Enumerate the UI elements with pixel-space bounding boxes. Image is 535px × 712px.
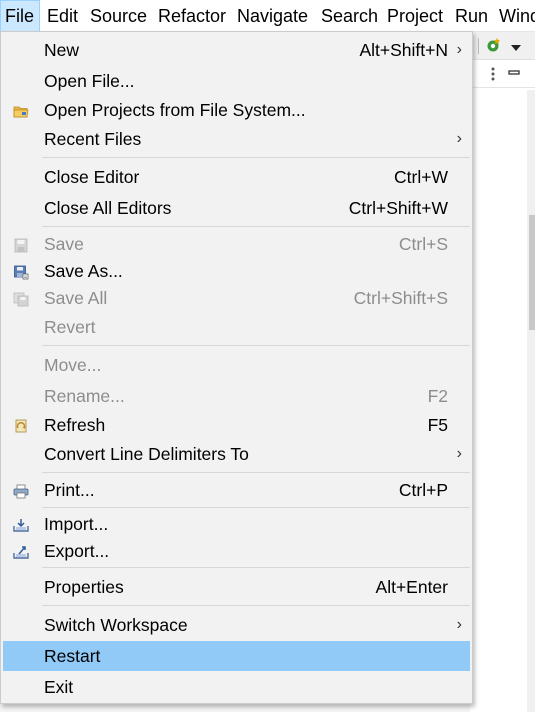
minimize-icon[interactable] [508,66,520,84]
menu-item-label: Properties [44,577,124,597]
menu-item-label: Convert Line Delimiters To [44,444,249,464]
menu-item-label: Export... [44,541,110,561]
menu-item-revert: Revert [3,313,470,342]
menu-item-label: Open File... [44,71,135,91]
menu-item-label: Import... [44,514,109,534]
save-all-icon [13,291,29,307]
menu-item-close-all-editors[interactable]: Close All Editors Ctrl+Shift+W [3,194,470,223]
menu-item-label: Save All [44,288,108,308]
submenu-arrow-icon: › [456,616,462,633]
menu-item-open-file[interactable]: Open File... [3,67,470,96]
toolbar-divider [478,38,479,54]
menu-separator [42,507,470,508]
menu-item-shortcut: Ctrl+Shift+W [348,198,448,218]
menu-project[interactable]: Project [383,0,447,31]
menu-item-shortcut: Ctrl+P [398,480,448,500]
menu-item-shortcut: Ctrl+S [398,234,448,254]
submenu-arrow-icon: › [456,130,462,147]
menu-item-label: Recent Files [44,129,142,149]
menu-search[interactable]: Search [317,0,382,31]
menu-refactor[interactable]: Refactor [154,0,230,31]
menu-item-label: Refresh [44,415,106,435]
editor-area[interactable] [470,32,535,712]
menu-edit[interactable]: Edit [43,0,82,31]
eclipse-window: File Edit Source Refactor Navigate Searc… [0,0,535,712]
menu-item-shortcut: F2 [427,386,448,406]
menu-item-import[interactable]: Import... [3,510,470,539]
menu-item-label: Move... [44,355,102,375]
menu-file[interactable]: File [0,0,40,31]
menu-item-label: Exit [44,677,74,697]
menu-item-properties[interactable]: Properties Alt+Enter [3,573,470,602]
save-as-icon [13,264,29,280]
submenu-arrow-icon: › [456,41,462,58]
printer-icon [13,483,29,499]
file-menu-dropdown: New Alt+Shift+N › Open File... Open Proj… [0,31,473,704]
menu-item-label: Switch Workspace [44,615,188,635]
menu-item-shortcut: F5 [427,415,448,435]
menu-item-refresh[interactable]: Refresh F5 [3,411,470,440]
menu-item-label: Close Editor [44,167,140,187]
menu-item-label: Open Projects from File System... [44,100,306,120]
main-toolbar [470,32,535,60]
export-icon [13,544,29,559]
menu-separator [42,605,470,606]
menu-item-convert-line-delimiters[interactable]: Convert Line Delimiters To › [3,440,470,469]
menu-separator [42,345,470,346]
menu-item-label: Save [44,234,84,254]
dropdown-arrow-icon[interactable] [510,40,522,56]
submenu-arrow-icon: › [456,445,462,462]
menu-item-export[interactable]: Export... [3,537,470,566]
import-icon [13,517,29,532]
menu-window[interactable]: Wind [495,0,535,31]
menu-item-shortcut: Ctrl+W [394,167,448,187]
menu-item-label: Print... [44,480,95,500]
menu-item-recent-files[interactable]: Recent Files › [3,125,470,154]
menu-item-label: Save As... [44,261,123,281]
menu-item-label: Revert [44,317,96,337]
view-toolbar [470,60,535,88]
menu-item-new[interactable]: New Alt+Shift+N › [3,36,470,65]
menu-item-move: Move... [3,351,470,380]
menu-item-switch-workspace[interactable]: Switch Workspace › [3,611,470,640]
menu-item-label: Rename... [44,386,125,406]
menu-item-label: Close All Editors [44,198,172,218]
menu-separator [42,567,470,568]
view-menu-icon[interactable] [490,66,496,87]
menu-item-save-all: Save All Ctrl+Shift+S [3,284,470,313]
menu-item-shortcut: Alt+Shift+N [359,40,448,60]
scrollbar-thumb[interactable] [529,215,535,330]
new-java-class-icon[interactable] [485,37,501,56]
menu-separator [42,157,470,158]
menu-item-shortcut: Alt+Enter [375,577,448,597]
menu-item-shortcut: Ctrl+Shift+S [353,288,448,308]
menu-item-exit[interactable]: Exit [3,673,470,702]
editor-scrollbar[interactable] [527,90,535,712]
menu-source[interactable]: Source [86,0,151,31]
menu-separator [42,226,470,227]
menu-item-label: New [44,40,80,60]
menu-item-save: Save Ctrl+S [3,230,470,259]
menu-item-close-editor[interactable]: Close Editor Ctrl+W [3,163,470,192]
refresh-icon [13,418,29,433]
menu-item-rename: Rename... F2 [3,382,470,411]
menu-item-label: Restart [44,646,101,666]
menu-navigate[interactable]: Navigate [233,0,312,31]
menu-item-print[interactable]: Print... Ctrl+P [3,476,470,505]
menu-item-open-projects[interactable]: Open Projects from File System... [3,96,470,125]
menu-bar: File Edit Source Refactor Navigate Searc… [0,0,535,32]
folder-icon [13,103,29,118]
save-icon [13,237,29,253]
menu-item-save-as[interactable]: Save As... [3,257,470,286]
menu-item-restart[interactable]: Restart [3,641,470,671]
menu-run[interactable]: Run [451,0,492,31]
menu-separator [42,472,470,473]
